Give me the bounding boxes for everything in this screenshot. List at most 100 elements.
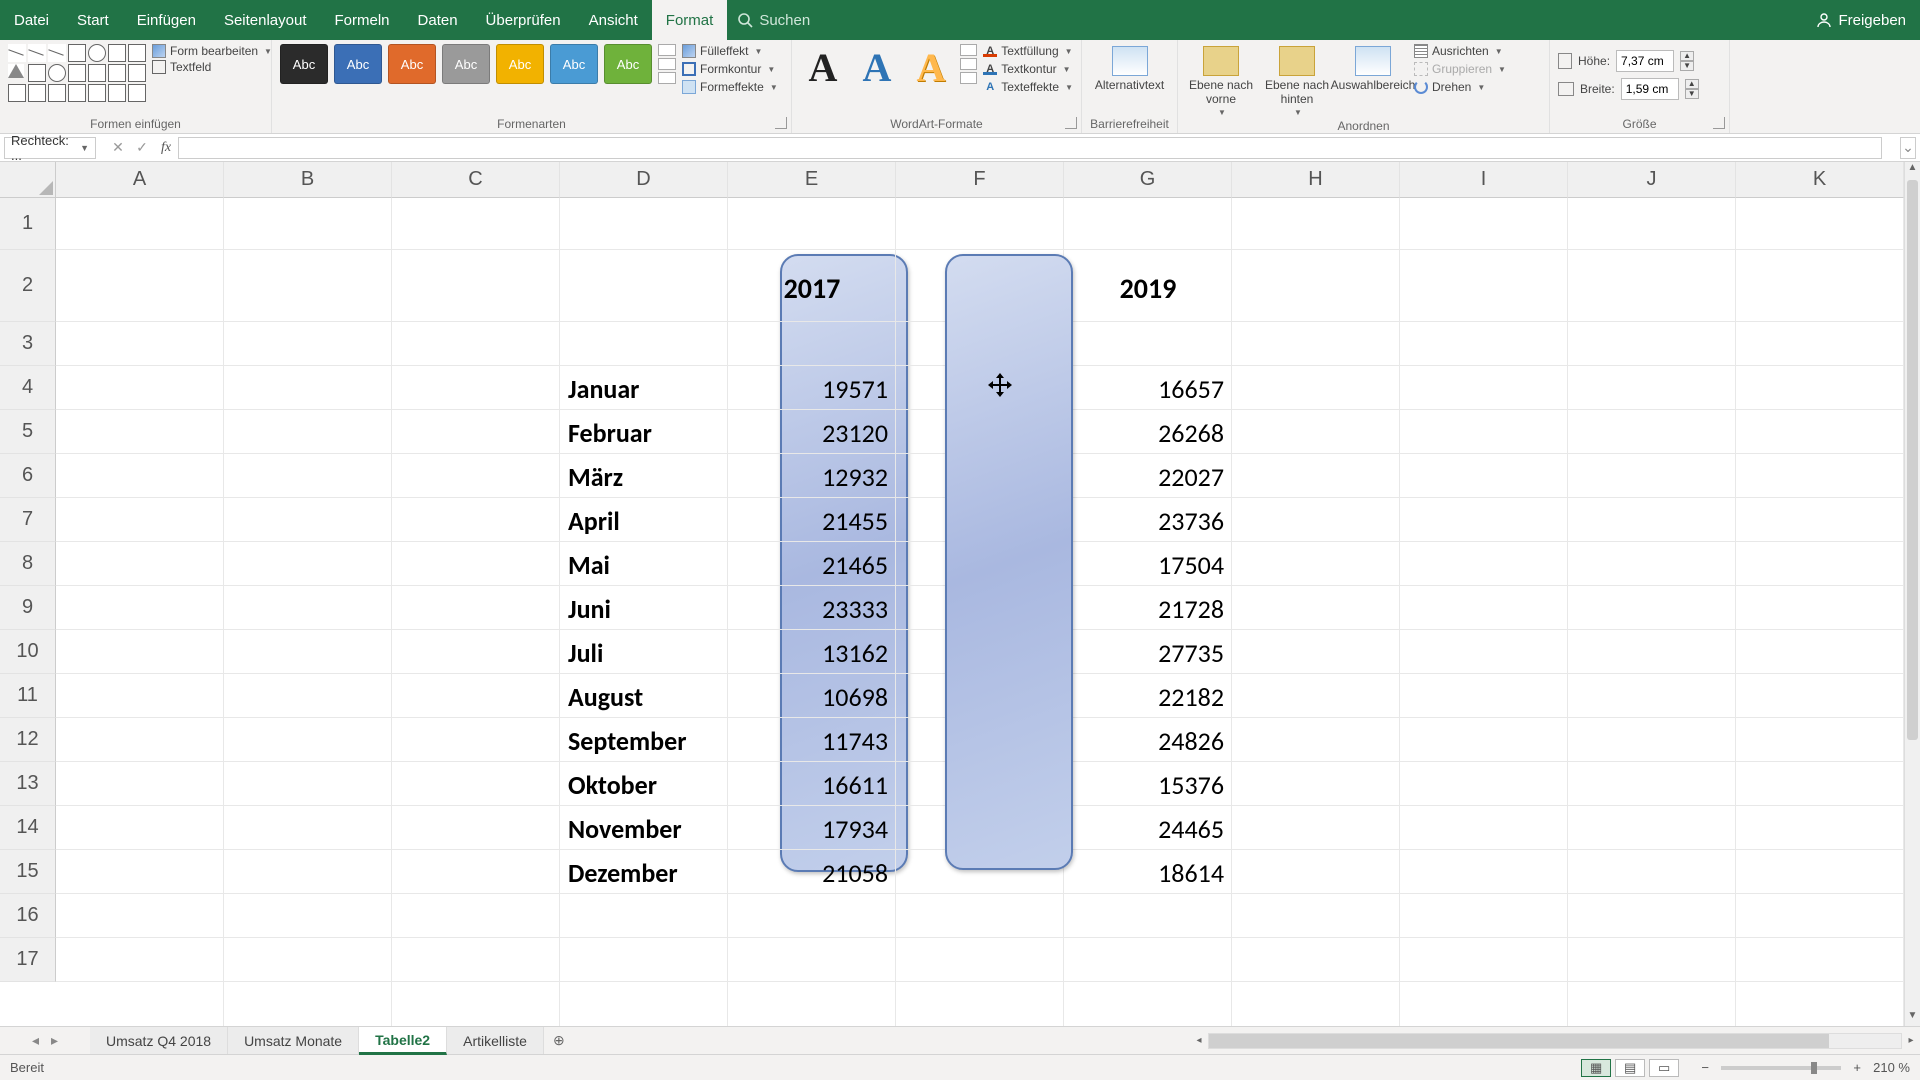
- cell[interactable]: Juli: [568, 637, 720, 669]
- zoom-out-button[interactable]: −: [1697, 1060, 1713, 1075]
- cell[interactable]: 23120: [736, 417, 888, 449]
- view-page-layout-button[interactable]: ▤: [1615, 1059, 1645, 1077]
- menu-start[interactable]: Start: [63, 0, 123, 40]
- cell[interactable]: 27735: [1072, 637, 1224, 669]
- zoom-level[interactable]: 210 %: [1873, 1060, 1910, 1075]
- dialog-launcher-icon[interactable]: [775, 117, 787, 129]
- cell[interactable]: 15376: [1072, 769, 1224, 801]
- row-header-15[interactable]: 15: [0, 850, 56, 894]
- cell[interactable]: 17504: [1072, 549, 1224, 581]
- row-header-11[interactable]: 11: [0, 674, 56, 718]
- zoom-slider[interactable]: [1721, 1066, 1841, 1070]
- scroll-right-icon[interactable]: ▸: [1902, 1035, 1920, 1046]
- cell[interactable]: Dezember: [568, 857, 720, 889]
- col-header-B[interactable]: B: [224, 162, 392, 198]
- style-swatch-6[interactable]: Abc: [550, 44, 598, 84]
- cell[interactable]: 21058: [736, 857, 888, 889]
- selection-pane-button[interactable]: Auswahlbereich: [1338, 44, 1408, 92]
- row-header-17[interactable]: 17: [0, 938, 56, 982]
- wordart-style-2[interactable]: A: [854, 44, 900, 91]
- sheet-tab[interactable]: Umsatz Monate: [228, 1027, 359, 1054]
- scroll-thumb[interactable]: [1907, 180, 1918, 740]
- style-swatch-5[interactable]: Abc: [496, 44, 544, 84]
- select-all-corner[interactable]: [0, 162, 56, 198]
- add-sheet-button[interactable]: ⊕: [544, 1027, 574, 1054]
- menu-einfuegen[interactable]: Einfügen: [123, 0, 210, 40]
- cell[interactable]: August: [568, 681, 720, 713]
- width-spinner[interactable]: ▲▼: [1685, 79, 1699, 99]
- zoom-in-button[interactable]: +: [1849, 1060, 1865, 1075]
- shape-gallery[interactable]: [8, 44, 146, 102]
- style-swatch-7[interactable]: Abc: [604, 44, 652, 84]
- align-button[interactable]: Ausrichten▼: [1414, 44, 1506, 58]
- cell[interactable]: 24826: [1072, 725, 1224, 757]
- wordart-gallery-scroll[interactable]: [960, 44, 977, 84]
- shape-effects-button[interactable]: Formeffekte▼: [682, 80, 778, 94]
- cell[interactable]: 21465: [736, 549, 888, 581]
- menu-ansicht[interactable]: Ansicht: [575, 0, 652, 40]
- cell[interactable]: 17934: [736, 813, 888, 845]
- cell[interactable]: Oktober: [568, 769, 720, 801]
- style-swatch-3[interactable]: Abc: [388, 44, 436, 84]
- vertical-scrollbar[interactable]: ▲ ▼: [1904, 162, 1920, 1026]
- cell[interactable]: 12932: [736, 461, 888, 493]
- cancel-formula-button[interactable]: ✕: [106, 139, 130, 156]
- row-header-1[interactable]: 1: [0, 198, 56, 250]
- cell[interactable]: Mai: [568, 549, 720, 581]
- share-button[interactable]: Freigeben: [1816, 12, 1906, 29]
- scroll-up-icon[interactable]: ▲: [1905, 162, 1920, 178]
- row-header-9[interactable]: 9: [0, 586, 56, 630]
- formula-bar-expand[interactable]: ⌄: [1900, 137, 1916, 159]
- menu-seitenlayout[interactable]: Seitenlayout: [210, 0, 321, 40]
- height-input[interactable]: [1616, 50, 1674, 72]
- view-page-break-button[interactable]: ▭: [1649, 1059, 1679, 1077]
- tab-nav[interactable]: ◂▸: [0, 1027, 90, 1054]
- row-header-10[interactable]: 10: [0, 630, 56, 674]
- col-header-D[interactable]: D: [560, 162, 728, 198]
- cell[interactable]: 26268: [1072, 417, 1224, 449]
- fx-icon[interactable]: fx: [154, 140, 178, 156]
- col-header-K[interactable]: K: [1736, 162, 1904, 198]
- dialog-launcher-icon[interactable]: [1713, 117, 1725, 129]
- wordart-style-1[interactable]: A: [800, 44, 846, 91]
- cell[interactable]: 16657: [1072, 373, 1224, 405]
- col-header-C[interactable]: C: [392, 162, 560, 198]
- cells-area[interactable]: 20172019JanuarFebruarMärzAprilMaiJuniJul…: [56, 198, 1904, 1026]
- style-gallery-scroll[interactable]: [658, 44, 676, 84]
- sheet-tab[interactable]: Artikelliste: [447, 1027, 544, 1054]
- row-headers[interactable]: 1234567891011121314151617: [0, 198, 56, 982]
- name-box[interactable]: Rechteck: ... ▼: [4, 137, 96, 159]
- cell[interactable]: 22027: [1072, 461, 1224, 493]
- style-swatch-4[interactable]: Abc: [442, 44, 490, 84]
- col-header-F[interactable]: F: [896, 162, 1064, 198]
- column-headers[interactable]: ABCDEFGHIJK: [56, 162, 1904, 198]
- row-header-6[interactable]: 6: [0, 454, 56, 498]
- view-normal-button[interactable]: ▦: [1581, 1059, 1611, 1077]
- dialog-launcher-icon[interactable]: [1065, 117, 1077, 129]
- col-header-H[interactable]: H: [1232, 162, 1400, 198]
- shape-fill-button[interactable]: Fülleffekt▼: [682, 44, 778, 58]
- textbox-button[interactable]: Textfeld: [152, 60, 272, 74]
- row-header-12[interactable]: 12: [0, 718, 56, 762]
- text-effects-button[interactable]: ATexteffekte▼: [983, 80, 1073, 94]
- text-outline-button[interactable]: ATextkontur▼: [983, 62, 1073, 76]
- cell[interactable]: September: [568, 725, 720, 757]
- col-header-E[interactable]: E: [728, 162, 896, 198]
- send-backward-button[interactable]: Ebene nach hinten▼: [1262, 44, 1332, 117]
- alt-text-button[interactable]: Alternativtext: [1092, 44, 1168, 92]
- menu-ueberpruefen[interactable]: Überprüfen: [472, 0, 575, 40]
- cell[interactable]: 23333: [736, 593, 888, 625]
- edit-shape-button[interactable]: Form bearbeiten▼: [152, 44, 272, 58]
- menu-datei[interactable]: Datei: [0, 0, 63, 40]
- style-swatch-2[interactable]: Abc: [334, 44, 382, 84]
- cell[interactable]: 22182: [1072, 681, 1224, 713]
- formula-bar[interactable]: [178, 137, 1882, 159]
- rounded-rectangle-shape-2[interactable]: [945, 254, 1073, 870]
- style-swatch-1[interactable]: Abc: [280, 44, 328, 84]
- menu-daten[interactable]: Daten: [404, 0, 472, 40]
- row-header-13[interactable]: 13: [0, 762, 56, 806]
- height-spinner[interactable]: ▲▼: [1680, 51, 1694, 71]
- cell[interactable]: 18614: [1072, 857, 1224, 889]
- rotate-button[interactable]: Drehen▼: [1414, 80, 1506, 94]
- cell[interactable]: 10698: [736, 681, 888, 713]
